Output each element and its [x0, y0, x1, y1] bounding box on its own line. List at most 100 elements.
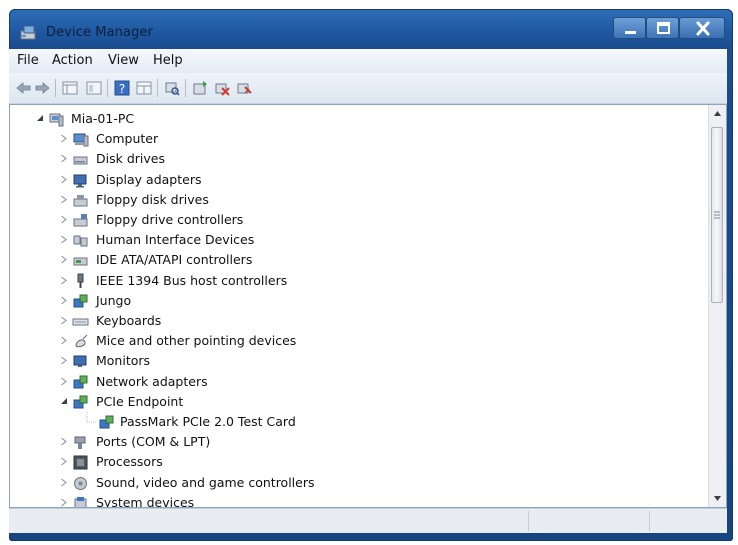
collapse-arrow-icon[interactable]	[60, 397, 68, 406]
expand-arrow-icon[interactable]	[60, 336, 68, 345]
toolbar-separator	[157, 79, 158, 97]
expand-arrow-icon[interactable]	[60, 276, 68, 285]
minimize-button[interactable]	[613, 17, 646, 39]
window-title: Device Manager	[46, 25, 153, 40]
tree-node[interactable]: Floppy drive controllers	[60, 210, 700, 230]
tree-node-label: Display adapters	[96, 171, 202, 187]
device-tree-panel: Mia-01-PC Computer Disk drives Display adap…	[9, 104, 727, 508]
processor-icon	[73, 455, 88, 470]
scroll-down-button[interactable]	[709, 490, 726, 507]
hid-icon	[73, 235, 88, 247]
expand-arrow-icon[interactable]	[60, 215, 68, 224]
tree-node[interactable]: Ports (COM & LPT)	[60, 432, 700, 452]
menu-action[interactable]: Action	[52, 53, 93, 68]
scan-hardware-icon[interactable]	[163, 79, 181, 97]
tree-node[interactable]: Keyboards	[60, 311, 700, 331]
tree-node[interactable]: Mice and other pointing devices	[60, 331, 700, 351]
toolbar-separator	[185, 79, 186, 97]
tree-node[interactable]: Sound, video and game controllers	[60, 473, 700, 493]
expand-arrow-icon[interactable]	[60, 195, 68, 204]
tree-node-label: Sound, video and game controllers	[96, 474, 315, 490]
tree-node-label: Floppy drive controllers	[96, 212, 244, 227]
toolbar-separator	[55, 79, 56, 97]
sound-icon	[74, 476, 87, 490]
expand-arrow-icon[interactable]	[60, 175, 68, 184]
expand-arrow-icon[interactable]	[60, 457, 68, 466]
menu-help[interactable]: Help	[153, 53, 183, 68]
expand-arrow-icon[interactable]	[60, 296, 68, 305]
maximize-button[interactable]	[646, 17, 679, 39]
tree-node[interactable]: Human Interface Devices	[60, 230, 700, 250]
expand-arrow-icon[interactable]	[60, 316, 68, 325]
menu-view[interactable]: View	[108, 53, 139, 68]
device-icon	[99, 415, 114, 429]
tree-node[interactable]: Disk drives	[60, 149, 700, 169]
title-bar[interactable]: Device Manager	[9, 9, 733, 49]
tree-connector	[86, 412, 97, 423]
floppy-disk-icon	[73, 194, 88, 207]
close-icon	[696, 21, 710, 36]
tree-node-label: IDE ATA/ATAPI controllers	[96, 252, 253, 268]
menu-file[interactable]: File	[17, 53, 39, 68]
uninstall-icon[interactable]	[213, 79, 231, 97]
maximize-icon	[657, 22, 670, 34]
status-pane	[528, 511, 529, 531]
close-button[interactable]	[679, 17, 725, 39]
tree-node-label: Monitors	[96, 353, 151, 369]
disk-drive-icon	[73, 156, 88, 165]
root-computer-icon	[49, 113, 64, 127]
expand-arrow-icon[interactable]	[60, 437, 68, 446]
update-driver-icon[interactable]	[191, 79, 209, 97]
tree-node-label: Jungo	[96, 292, 132, 308]
tree-node[interactable]: Processors	[60, 452, 700, 472]
toolbar-separator	[107, 79, 108, 97]
tree-child-label: PassMark PCIe 2.0 Test Card	[120, 414, 296, 429]
computer-icon	[73, 133, 89, 147]
grip-icon	[714, 211, 720, 219]
expand-arrow-icon[interactable]	[60, 498, 68, 507]
monitor-icon	[73, 355, 87, 368]
tree-node-label: Disk drives	[96, 151, 165, 167]
tree-node[interactable]: Display adapters	[60, 170, 700, 190]
expand-arrow-icon[interactable]	[60, 134, 68, 143]
collapse-arrow-icon[interactable]	[36, 114, 44, 123]
device-manager-app-icon	[20, 25, 36, 40]
back-arrow-icon[interactable]	[15, 79, 33, 97]
toolbar: ?	[9, 73, 727, 104]
tree-node[interactable]: System devices	[60, 493, 700, 507]
status-bar	[9, 508, 727, 533]
device-icon	[73, 294, 88, 308]
expand-arrow-icon[interactable]	[60, 377, 68, 386]
console-tree-icon[interactable]	[85, 79, 103, 97]
expand-arrow-icon[interactable]	[60, 478, 68, 487]
tree-node[interactable]: PCIe Endpoint	[60, 392, 700, 412]
help-icon[interactable]: ?	[113, 79, 131, 97]
tree-node[interactable]: Monitors	[60, 351, 700, 371]
tree-node[interactable]: IEEE 1394 Bus host controllers	[60, 271, 700, 291]
expand-arrow-icon[interactable]	[60, 356, 68, 365]
tree-node[interactable]: Jungo	[60, 291, 700, 311]
expand-arrow-icon[interactable]	[60, 154, 68, 163]
tree-node-label: Ports (COM & LPT)	[96, 434, 211, 450]
port-icon	[74, 436, 86, 450]
svg-text:?: ?	[119, 82, 125, 96]
properties-icon[interactable]	[61, 79, 79, 97]
vertical-scrollbar[interactable]	[708, 105, 726, 507]
tree-child-node[interactable]: PassMark PCIe 2.0 Test Card	[84, 412, 684, 432]
tree-node-label: Keyboards	[96, 313, 162, 328]
tree-node-label: IEEE 1394 Bus host controllers	[96, 272, 288, 288]
tree-node[interactable]: Network adapters	[60, 372, 700, 392]
tree-node[interactable]: Floppy disk drives	[60, 190, 700, 210]
scrollbar-thumb[interactable]	[711, 127, 723, 303]
keyboard-icon	[72, 318, 89, 326]
tree-node[interactable]: IDE ATA/ATAPI controllers	[60, 250, 700, 270]
tree-node-label: Mice and other pointing devices	[96, 333, 297, 349]
tree-node[interactable]: Computer	[60, 129, 700, 149]
view-icon[interactable]	[135, 79, 153, 97]
scroll-up-button[interactable]	[709, 105, 726, 122]
disable-icon[interactable]	[235, 79, 253, 97]
expand-arrow-icon[interactable]	[60, 255, 68, 264]
forward-arrow-icon[interactable]	[33, 79, 51, 97]
tree-root-node[interactable]: Mia-01-PC	[36, 109, 696, 129]
expand-arrow-icon[interactable]	[60, 235, 68, 244]
